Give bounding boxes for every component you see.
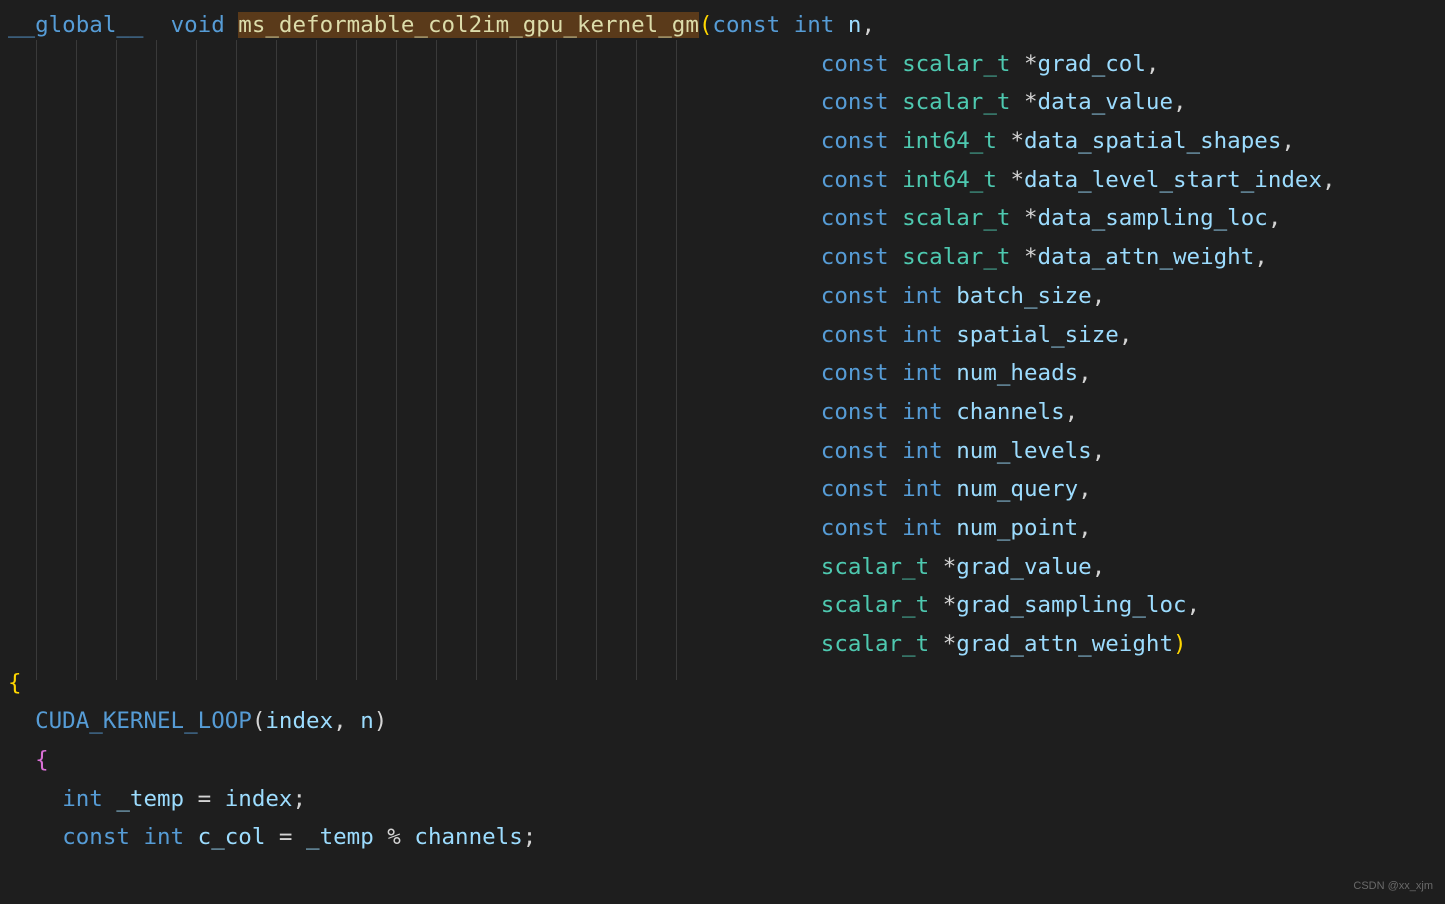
param-name: grad_value xyxy=(956,554,1091,580)
param-name: batch_size xyxy=(956,283,1091,309)
keyword-const: const xyxy=(821,399,889,425)
type: scalar_t xyxy=(902,244,1010,270)
param-name: data_spatial_shapes xyxy=(1024,128,1281,154)
keyword-const: const xyxy=(821,438,889,464)
keyword-const: const xyxy=(821,51,889,77)
line-1: __global__ void ms_deformable_col2im_gpu… xyxy=(8,12,875,38)
var-channels: channels xyxy=(414,824,522,850)
param-name: grad_sampling_loc xyxy=(956,592,1186,618)
function-name-highlighted: ms_deformable_col2im_gpu_kernel_gm xyxy=(238,12,699,38)
keyword-const: const xyxy=(62,824,130,850)
keyword-const: const xyxy=(712,12,780,38)
keyword-const: const xyxy=(821,322,889,348)
param-name: spatial_size xyxy=(956,322,1119,348)
param-n: n xyxy=(848,12,862,38)
type: int xyxy=(902,438,943,464)
keyword-const: const xyxy=(821,283,889,309)
type: int xyxy=(902,476,943,502)
type: scalar_t xyxy=(902,51,1010,77)
param-name: num_query xyxy=(956,476,1078,502)
brace-open: { xyxy=(8,670,22,696)
type: scalar_t xyxy=(821,554,929,580)
param-name: channels xyxy=(956,399,1064,425)
code-editor[interactable]: __global__ void ms_deformable_col2im_gpu… xyxy=(8,6,1445,857)
type: scalar_t xyxy=(821,592,929,618)
keyword-const: const xyxy=(821,476,889,502)
type: int64_t xyxy=(902,128,997,154)
type: scalar_t xyxy=(902,205,1010,231)
type-int: int xyxy=(62,786,103,812)
param-name: num_heads xyxy=(956,360,1078,386)
paren-open: ( xyxy=(699,12,713,38)
type: int64_t xyxy=(902,167,997,193)
var-index: index xyxy=(225,786,293,812)
type: int xyxy=(902,515,943,541)
param-name: grad_col xyxy=(1038,51,1146,77)
keyword-const: const xyxy=(821,89,889,115)
paren-close: ) xyxy=(1173,631,1187,657)
keyword-const: const xyxy=(821,167,889,193)
param-name: num_levels xyxy=(956,438,1091,464)
type: scalar_t xyxy=(902,89,1010,115)
param-name: data_value xyxy=(1038,89,1173,115)
var-temp-rhs: _temp xyxy=(306,824,374,850)
type: scalar_t xyxy=(821,631,929,657)
type: int xyxy=(902,399,943,425)
param-name: num_point xyxy=(956,515,1078,541)
type-int: int xyxy=(794,12,835,38)
type: int xyxy=(902,360,943,386)
macro-loop: CUDA_KERNEL_LOOP xyxy=(35,708,252,734)
keyword-const: const xyxy=(821,360,889,386)
arg-n: n xyxy=(360,708,374,734)
keyword-void: void xyxy=(171,12,225,38)
param-name: data_sampling_loc xyxy=(1038,205,1268,231)
param-name: data_level_start_index xyxy=(1024,167,1322,193)
type: int xyxy=(902,283,943,309)
var-c-col: c_col xyxy=(198,824,266,850)
type-int: int xyxy=(143,824,184,850)
param-name: data_attn_weight xyxy=(1038,244,1255,270)
param-name: grad_attn_weight xyxy=(956,631,1173,657)
keyword-const: const xyxy=(821,244,889,270)
keyword-const: const xyxy=(821,128,889,154)
keyword-global: __global__ xyxy=(8,12,143,38)
arg-index: index xyxy=(265,708,333,734)
keyword-const: const xyxy=(821,515,889,541)
keyword-const: const xyxy=(821,205,889,231)
paren-close: ) xyxy=(374,708,388,734)
paren-open: ( xyxy=(252,708,266,734)
watermark: CSDN @xx_xjm xyxy=(1353,877,1433,896)
type: int xyxy=(902,322,943,348)
inner-brace-open: { xyxy=(35,747,49,773)
var-temp: _temp xyxy=(116,786,184,812)
